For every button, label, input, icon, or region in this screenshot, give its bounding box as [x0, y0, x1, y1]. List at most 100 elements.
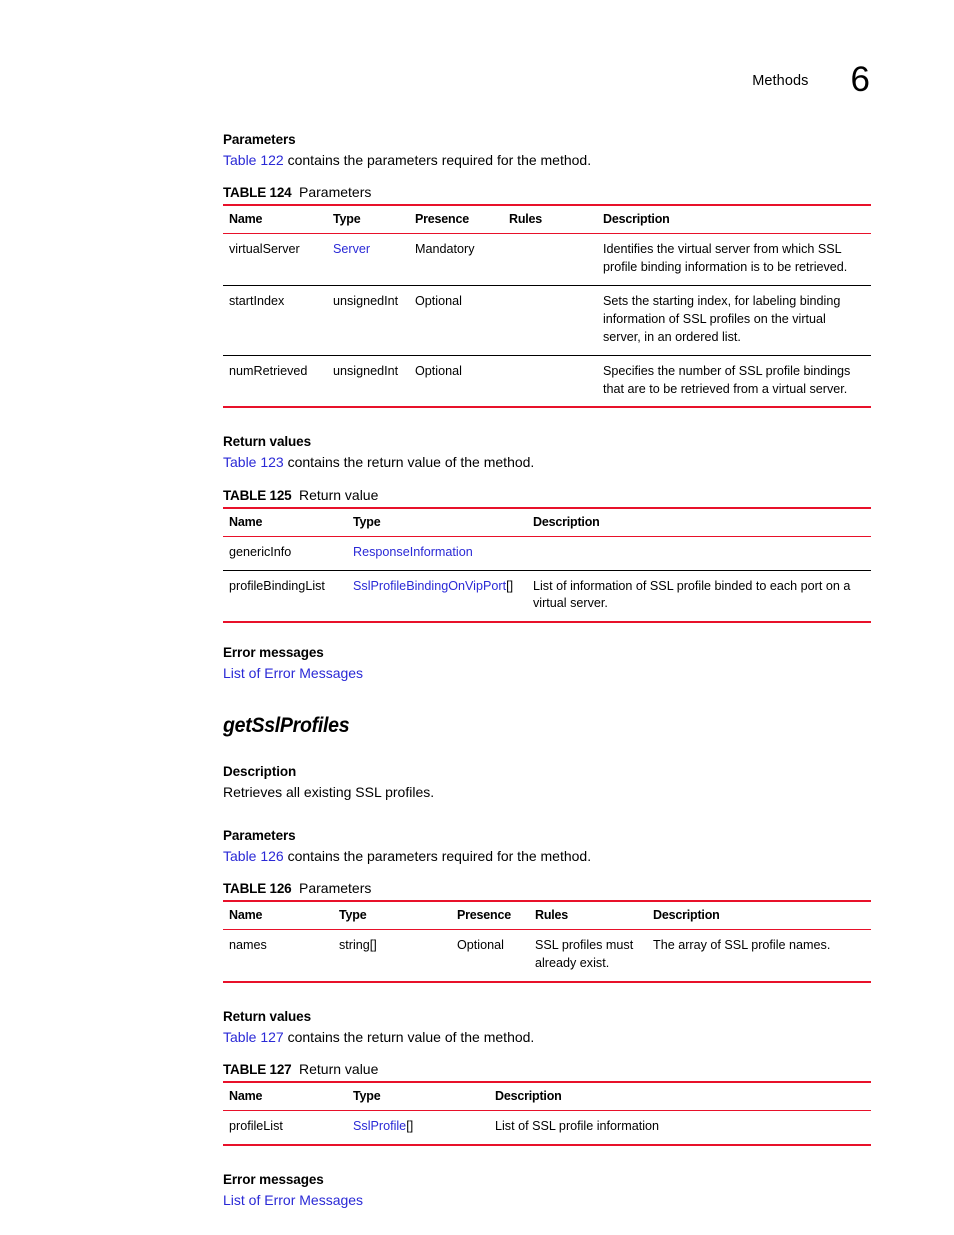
cell-description: Specifies the number of SSL profile bind…: [597, 355, 871, 409]
cell-description: List of SSL profile information: [489, 1110, 871, 1147]
page-running-header: Methods 6: [752, 56, 870, 97]
col-header-presence: Presence: [451, 900, 529, 931]
type-sslprofile-link[interactable]: SslProfile: [353, 1119, 406, 1133]
col-header-type: Type: [333, 900, 451, 931]
table-row: profileList SslProfile[] List of SSL pro…: [223, 1110, 871, 1147]
table-124-caption: TABLE 124 Parameters: [223, 184, 871, 200]
page-content: Parameters Table 122 contains the parame…: [223, 132, 871, 1210]
type-responseinformation-link[interactable]: ResponseInformation: [353, 545, 473, 559]
parameters-intro-1-rest: contains the parameters required for the…: [283, 152, 592, 168]
col-header-description: Description: [527, 506, 871, 537]
chapter-number: 6: [850, 60, 870, 99]
table-122-link[interactable]: Table 122: [223, 152, 284, 168]
table-row: genericInfo ResponseInformation: [223, 536, 871, 571]
col-header-type: Type: [347, 506, 527, 537]
cell-description: The array of SSL profile names.: [647, 929, 871, 983]
document-page: Methods 6 Parameters Table 122 contains …: [0, 0, 954, 1235]
type-sslprofilebindingonvipport-link[interactable]: SslProfileBindingOnVipPort: [353, 579, 506, 593]
cell-presence: Optional: [409, 355, 503, 409]
parameters-heading-2: Parameters: [223, 827, 296, 843]
table-127-title: Return value: [299, 1061, 379, 1078]
col-header-description: Description: [597, 204, 871, 235]
cell-name: genericInfo: [223, 536, 347, 571]
return-values-intro-2-rest: contains the return value of the method.: [283, 1028, 535, 1045]
cell-type: Server: [327, 233, 409, 287]
type-suffix: []: [406, 1119, 414, 1134]
table-125-title: Return value: [299, 486, 379, 503]
table-126: Name Type Presence Rules Description nam…: [223, 900, 871, 983]
col-header-description: Description: [489, 1081, 871, 1112]
table-127: Name Type Description profileList SslPro…: [223, 1081, 871, 1147]
return-values-intro-1-rest: contains the return value of the method.: [283, 454, 535, 471]
return-values-heading-2: Return values: [223, 1008, 311, 1024]
table-125-header-row: Name Type Description: [223, 506, 871, 537]
col-header-type: Type: [347, 1081, 489, 1112]
table-124-label: TABLE 124: [223, 185, 292, 201]
cell-name: profileList: [223, 1110, 347, 1147]
cell-description: List of information of SSL profile binde…: [527, 570, 871, 624]
col-header-name: Name: [223, 204, 327, 235]
cell-description: [527, 536, 871, 571]
cell-type: SslProfileBindingOnVipPort[]: [347, 570, 527, 624]
method-name-heading: getSslProfiles: [223, 713, 350, 737]
table-row: numRetrieved unsignedInt Optional Specif…: [223, 355, 871, 409]
table-124: Name Type Presence Rules Description vir…: [223, 204, 871, 409]
table-row: startIndex unsignedInt Optional Sets the…: [223, 285, 871, 356]
cell-rules: [503, 285, 597, 356]
table-127-caption: TABLE 127 Return value: [223, 1061, 871, 1077]
table-124-header-row: Name Type Presence Rules Description: [223, 204, 871, 235]
parameters-intro-1: Table 122 contains the parameters requir…: [223, 150, 871, 170]
col-header-rules: Rules: [529, 900, 647, 931]
table-126-title: Parameters: [299, 880, 372, 897]
table-125: Name Type Description genericInfo Respon…: [223, 506, 871, 624]
parameters-intro-2-rest: contains the parameters required for the…: [283, 847, 592, 864]
return-values-intro-2: Table 127 contains the return value of t…: [223, 1027, 871, 1047]
cell-type: ResponseInformation: [347, 536, 527, 571]
cell-type: SslProfile[]: [347, 1110, 489, 1147]
col-header-rules: Rules: [503, 204, 597, 235]
list-of-error-messages-link[interactable]: List of Error Messages: [223, 1192, 363, 1208]
table-125-label: TABLE 125: [223, 487, 292, 503]
table-123-link[interactable]: Table 123: [223, 454, 284, 470]
cell-presence: Optional: [409, 285, 503, 356]
table-127-label: TABLE 127: [223, 1062, 292, 1078]
table-126-caption: TABLE 126 Parameters: [223, 880, 871, 896]
table-127-header-row: Name Type Description: [223, 1081, 871, 1112]
cell-name: names: [223, 929, 333, 983]
col-header-description: Description: [647, 900, 871, 931]
return-values-heading-1: Return values: [223, 434, 311, 450]
table-126-link[interactable]: Table 126: [223, 848, 284, 864]
cell-name: numRetrieved: [223, 355, 327, 409]
table-126-header-row: Name Type Presence Rules Description: [223, 900, 871, 931]
table-127-link[interactable]: Table 127: [223, 1029, 284, 1045]
cell-name: virtualServer: [223, 233, 327, 287]
chapter-title: Methods: [752, 73, 809, 89]
cell-description: Sets the starting index, for labeling bi…: [597, 285, 871, 356]
error-messages-heading-1: Error messages: [223, 645, 324, 661]
col-header-presence: Presence: [409, 204, 503, 235]
cell-name: profileBindingList: [223, 570, 347, 624]
cell-type: unsignedInt: [327, 285, 409, 356]
cell-type: unsignedInt: [327, 355, 409, 409]
error-messages-link-wrap-2: List of Error Messages: [223, 1190, 871, 1210]
type-server-link[interactable]: Server: [333, 242, 370, 256]
cell-presence: Optional: [451, 929, 529, 983]
error-messages-heading-2: Error messages: [223, 1172, 324, 1188]
table-126-label: TABLE 126: [223, 881, 292, 897]
cell-type: string[]: [333, 929, 451, 983]
list-of-error-messages-link[interactable]: List of Error Messages: [223, 665, 363, 681]
cell-rules: [503, 233, 597, 287]
table-row: profileBindingList SslProfileBindingOnVi…: [223, 570, 871, 624]
cell-presence: Mandatory: [409, 233, 503, 287]
col-header-name: Name: [223, 1081, 347, 1112]
table-124-title: Parameters: [299, 184, 372, 201]
cell-rules: [503, 355, 597, 409]
col-header-name: Name: [223, 506, 347, 537]
cell-name: startIndex: [223, 285, 327, 356]
parameters-heading-1: Parameters: [223, 132, 296, 147]
description-text: Retrieves all existing SSL profiles.: [223, 783, 435, 800]
parameters-intro-2: Table 126 contains the parameters requir…: [223, 846, 871, 866]
col-header-type: Type: [327, 204, 409, 235]
description-heading: Description: [223, 763, 297, 779]
col-header-name: Name: [223, 900, 333, 931]
